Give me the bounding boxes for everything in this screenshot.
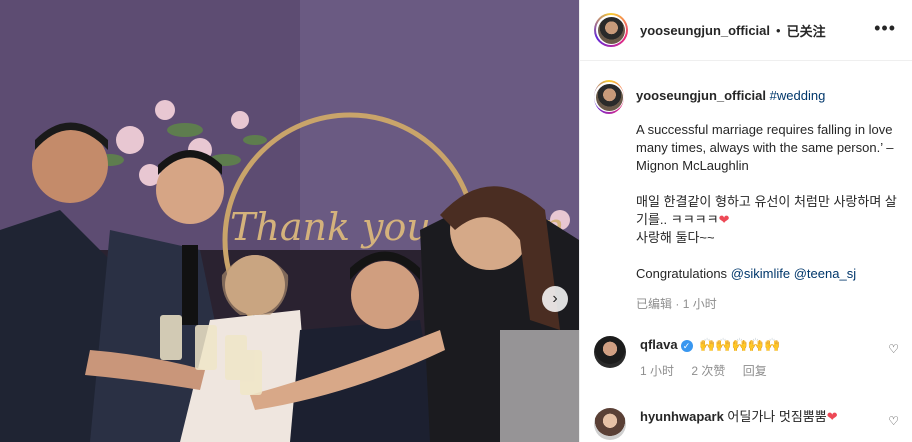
heart-icon: ❤ bbox=[826, 409, 838, 424]
caption-korean-line2: 사랑해 둘다~~ bbox=[636, 230, 715, 245]
avatar-image bbox=[597, 16, 625, 44]
comment-likes[interactable]: 2 次赞 bbox=[691, 364, 725, 378]
caption-quote: A successful marriage requires falling i… bbox=[636, 122, 894, 173]
caption-username[interactable]: yooseungjun_official bbox=[636, 88, 766, 103]
comment-text: 🙌🙌🙌🙌🙌 bbox=[699, 337, 781, 352]
header-username[interactable]: yooseungjun_official bbox=[640, 23, 770, 38]
caption-meta: 已编辑 · 1 小时 bbox=[636, 297, 717, 311]
comment-time: 1 小时 bbox=[640, 364, 675, 378]
author-avatar[interactable] bbox=[594, 13, 628, 47]
caption-time: 1 小时 bbox=[682, 297, 717, 311]
comment-item: hyunhwapark 어딜가나 멋짐뿜뿜❤ ♡ bbox=[594, 408, 899, 440]
post-caption: yooseungjun_official #wedding A successf… bbox=[594, 80, 899, 313]
congrats-text: Congratulations bbox=[636, 266, 728, 281]
carousel-next-button[interactable]: › bbox=[542, 286, 568, 312]
caption-avatar[interactable] bbox=[594, 80, 624, 114]
mention-teena[interactable]: @teena_sj bbox=[794, 266, 856, 281]
post-photo: Thank you Simon › bbox=[0, 0, 579, 442]
reply-button[interactable]: 回复 bbox=[743, 364, 767, 378]
korean-text: 매일 한결같이 형하고 유선이 처럼만 사랑하며 살기를.. ㅋㅋㅋㅋ bbox=[636, 194, 897, 227]
avatar-image bbox=[595, 83, 623, 111]
post-header: yooseungjun_official • 已关注 ••• bbox=[580, 0, 912, 61]
separator-dot: • bbox=[776, 22, 781, 38]
more-options-icon[interactable]: ••• bbox=[874, 18, 896, 39]
mention-sikimlife[interactable]: @sikimlife bbox=[731, 266, 790, 281]
commenter-avatar[interactable] bbox=[594, 336, 626, 368]
edited-label: 已编辑 bbox=[636, 297, 673, 311]
heart-icon: ❤ bbox=[718, 212, 730, 227]
comment-like-heart-icon[interactable]: ♡ bbox=[888, 342, 899, 356]
comment-meta: 1 小时 2 次赞 回复 bbox=[640, 362, 781, 380]
follow-status-button[interactable]: 已关注 bbox=[787, 21, 826, 40]
wedding-photo-illustration: Thank you Simon bbox=[0, 0, 579, 442]
comment-text: 어딜가나 멋짐뿜뿜 bbox=[727, 409, 827, 424]
comment-username[interactable]: qflava bbox=[640, 337, 678, 352]
caption-body: yooseungjun_official #wedding A successf… bbox=[636, 80, 899, 313]
caption-congrats-line: Congratulations @sikimlife @teena_sj bbox=[636, 265, 899, 283]
comment-item: qflava ✓ 🙌🙌🙌🙌🙌 1 小时 2 次赞 回复 ♡ bbox=[594, 336, 899, 380]
comment-like-heart-icon[interactable]: ♡ bbox=[888, 414, 899, 428]
commenter-avatar[interactable] bbox=[594, 408, 626, 440]
comment-body: hyunhwapark 어딜가나 멋짐뿜뿜❤ bbox=[640, 408, 838, 426]
post-side-panel: yooseungjun_official • 已关注 ••• yooseungj… bbox=[580, 0, 912, 442]
comment-body: qflava ✓ 🙌🙌🙌🙌🙌 1 小时 2 次赞 回复 bbox=[640, 336, 781, 380]
verified-badge-icon: ✓ bbox=[680, 339, 693, 352]
hashtag-link[interactable]: #wedding bbox=[770, 88, 826, 103]
comment-username[interactable]: hyunhwapark bbox=[640, 409, 724, 424]
caption-korean-line1: 매일 한결같이 형하고 유선이 처럼만 사랑하며 살기를.. ㅋㅋㅋㅋ❤ bbox=[636, 193, 899, 229]
